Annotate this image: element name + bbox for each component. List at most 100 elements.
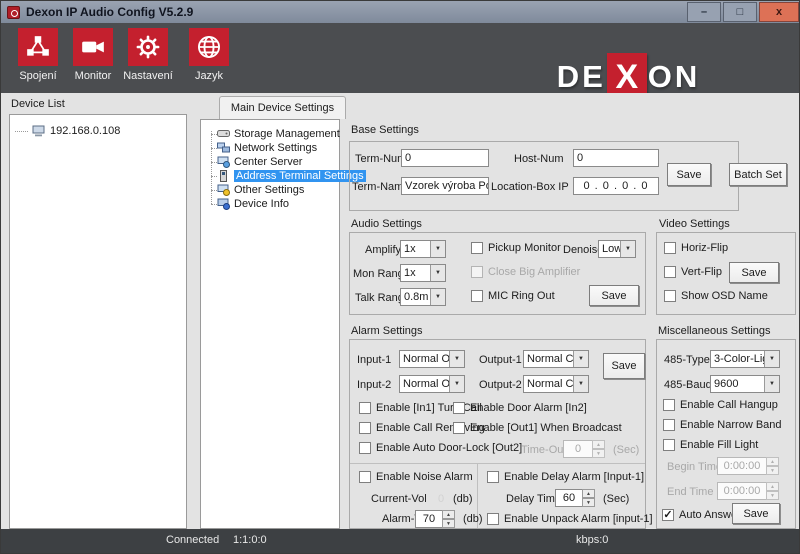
enable-call-hangup-checkbox-row[interactable]: Enable Call Hangup (663, 399, 778, 411)
mic-ring-out-checkbox[interactable] (471, 290, 483, 302)
enable-narrow-band-checkbox-row[interactable]: Enable Narrow Band (663, 419, 782, 431)
host-num-label: Host-Num (514, 153, 564, 165)
misc-save-button[interactable]: Save (732, 503, 780, 524)
enable-fill-light-checkbox-row[interactable]: Enable Fill Light (663, 439, 758, 451)
chevron-down-icon[interactable] (430, 241, 445, 257)
enable-in1-turn-call-checkbox[interactable] (359, 402, 371, 414)
enable-fill-light-checkbox[interactable] (663, 439, 675, 451)
tree-item-network-settings[interactable]: Network Settings (217, 141, 317, 155)
network-settings-icon (217, 142, 230, 154)
show-osd-name-checkbox-row[interactable]: Show OSD Name (664, 290, 768, 302)
horiz-flip-checkbox[interactable] (664, 242, 676, 254)
window-title: Dexon IP Audio Config V5.2.9 (26, 5, 193, 19)
enable-noise-alarm-checkbox[interactable] (359, 471, 371, 483)
vert-flip-checkbox-row[interactable]: Vert-Flip (664, 266, 722, 278)
device-list-item[interactable]: 192.168.0.108 (15, 124, 120, 138)
misc-settings-title: Miscellaneous Settings (658, 325, 771, 337)
enable-unpack-alarm-checkbox-row[interactable]: Enable Unpack Alarm [input-1] (487, 513, 653, 525)
chevron-down-icon[interactable] (449, 376, 464, 392)
enable-door-alarm-checkbox[interactable] (453, 402, 465, 414)
amplify-dropdown[interactable]: 1x (400, 240, 446, 258)
video-save-button[interactable]: Save (729, 262, 779, 283)
chevron-down-icon[interactable] (764, 376, 779, 392)
base-settings-title: Base Settings (351, 124, 419, 136)
auto-answer-checkbox[interactable] (662, 509, 674, 521)
tree-item-other-settings[interactable]: Other Settings (217, 183, 304, 197)
amplify-label: Amplify (365, 244, 401, 256)
mon-range-dropdown[interactable]: 1x (400, 264, 446, 282)
close-big-amplifier-checkbox-row: Close Big Amplifier (471, 266, 580, 278)
tree-item-device-info[interactable]: Device Info (217, 197, 289, 211)
485-type-dropdown[interactable]: 3-Color-Light (710, 350, 780, 368)
spinner-arrows-icon (766, 457, 779, 475)
spinner-arrows-icon (592, 440, 605, 458)
connection-counters: 1:1:0:0 (233, 534, 267, 546)
toolbar-button-nastaveni[interactable]: Nastavení (120, 28, 176, 82)
audio-save-button[interactable]: Save (589, 285, 639, 306)
input1-dropdown[interactable]: Normal Open (399, 350, 465, 368)
chevron-down-icon[interactable] (449, 351, 464, 367)
output1-dropdown[interactable]: Normal Close (523, 350, 589, 368)
alarm-save-button[interactable]: Save (603, 353, 645, 379)
spinner-arrows-icon[interactable] (442, 510, 455, 528)
talk-range-dropdown[interactable]: 0.8m (400, 288, 446, 306)
maximize-button[interactable]: □ (723, 2, 757, 22)
chevron-down-icon[interactable] (430, 265, 445, 281)
minimize-button[interactable]: – (687, 2, 721, 22)
tab-main-device-settings[interactable]: Main Device Settings (219, 96, 346, 119)
output2-dropdown[interactable]: Normal Close (523, 375, 589, 393)
alarm-divider-horizontal (350, 463, 645, 464)
pickup-monitor-checkbox[interactable] (471, 242, 483, 254)
toolbar-button-jazyk[interactable]: Jazyk (181, 28, 237, 82)
chevron-down-icon[interactable] (430, 289, 445, 305)
enable-call-removing-checkbox[interactable] (359, 422, 371, 434)
chevron-down-icon[interactable] (764, 351, 779, 367)
gear-icon (135, 34, 161, 60)
term-name-input[interactable]: Vzorek výroba PoE + a (401, 177, 489, 195)
current-vol-label: Current-Vol (371, 493, 427, 505)
time-out-label: Time-Out (521, 444, 566, 456)
toolbar-button-spojeni[interactable]: Spojení (10, 28, 66, 82)
toolbar-button-monitor[interactable]: Monitor (65, 28, 121, 82)
chevron-down-icon[interactable] (620, 241, 635, 257)
close-button[interactable]: x (759, 2, 799, 22)
tree-item-storage-management[interactable]: Storage Management (217, 127, 340, 141)
show-osd-name-checkbox[interactable] (664, 290, 676, 302)
term-num-label: Term-Num (355, 153, 406, 165)
tree-item-address-terminal-settings[interactable]: Address Terminal Settings (217, 169, 366, 183)
enable-call-hangup-checkbox[interactable] (663, 399, 675, 411)
host-num-input[interactable]: 0 (573, 149, 659, 167)
device-list-panel[interactable] (9, 114, 187, 529)
mic-ring-out-checkbox-row[interactable]: MIC Ring Out (471, 290, 555, 302)
denoise-dropdown[interactable]: Low (598, 240, 636, 258)
enable-out1-broadcast-checkbox-row[interactable]: Enable [Out1] When Broadcast (453, 422, 622, 434)
delay-time-spinner[interactable]: 60 (555, 489, 595, 507)
enable-auto-door-lock-checkbox-row[interactable]: Enable Auto Door-Lock [Out2] (359, 442, 522, 454)
pickup-monitor-checkbox-row[interactable]: Pickup Monitor (471, 242, 561, 254)
alarm-vol-spinner[interactable]: 70 (415, 510, 455, 528)
horiz-flip-checkbox-row[interactable]: Horiz-Flip (664, 242, 728, 254)
other-settings-icon (217, 184, 230, 196)
input2-dropdown[interactable]: Normal Open (399, 375, 465, 393)
enable-door-alarm-checkbox-row[interactable]: Enable Door Alarm [In2] (453, 402, 587, 414)
chevron-down-icon[interactable] (573, 376, 588, 392)
spinner-arrows-icon[interactable] (582, 489, 595, 507)
term-num-input[interactable]: 0 (401, 149, 489, 167)
auto-answer-checkbox-row[interactable]: Auto Answer (662, 509, 741, 521)
tree-item-center-server[interactable]: Center Server (217, 155, 302, 169)
enable-delay-alarm-checkbox[interactable] (487, 471, 499, 483)
vert-flip-checkbox[interactable] (664, 266, 676, 278)
enable-unpack-alarm-checkbox[interactable] (487, 513, 499, 525)
batch-set-button[interactable]: Batch Set (729, 163, 787, 186)
enable-narrow-band-checkbox[interactable] (663, 419, 675, 431)
enable-delay-alarm-checkbox-row[interactable]: Enable Delay Alarm [Input-1] (487, 471, 644, 483)
485-baud-dropdown[interactable]: 9600 (710, 375, 780, 393)
enable-auto-door-lock-checkbox[interactable] (359, 442, 371, 454)
location-box-ip-input[interactable]: 0 . 0 . 0 . 0 (573, 177, 659, 195)
chevron-down-icon[interactable] (573, 351, 588, 367)
enable-out1-broadcast-checkbox[interactable] (453, 422, 465, 434)
titlebar: Dexon IP Audio Config V5.2.9 – □ x (1, 1, 799, 23)
connection-status: Connected (166, 534, 219, 546)
base-save-button[interactable]: Save (667, 163, 711, 186)
enable-noise-alarm-checkbox-row[interactable]: Enable Noise Alarm (359, 471, 473, 483)
